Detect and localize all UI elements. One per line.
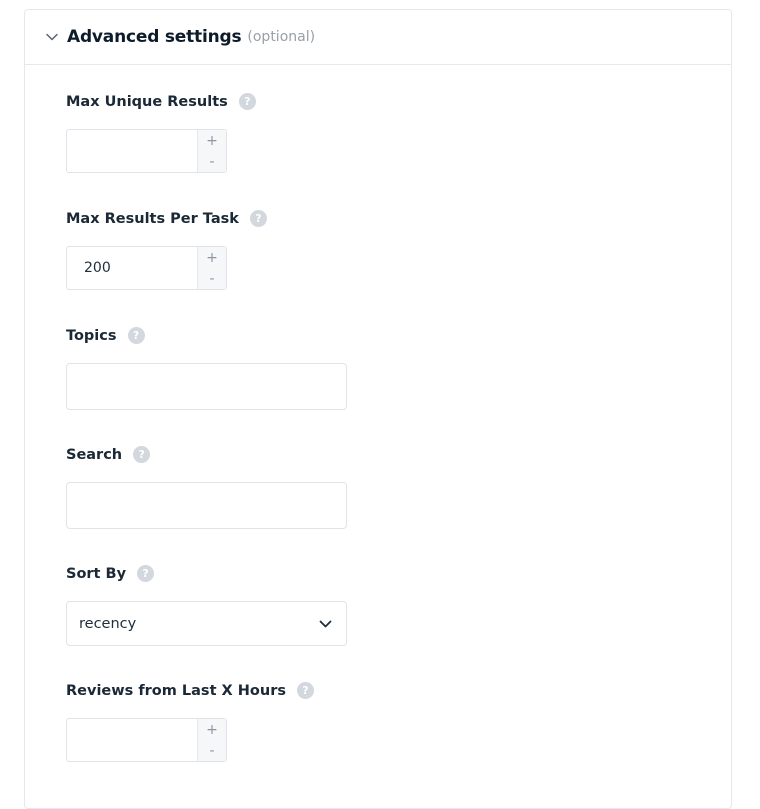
help-icon[interactable]: ?	[249, 210, 267, 227]
search-label: Search ?	[66, 446, 151, 463]
reviews-last-x-hours-value[interactable]	[67, 719, 197, 761]
chevron-down-icon	[319, 616, 332, 632]
reviews-last-x-hours-input[interactable]: + -	[66, 718, 227, 762]
settings-form: Max Unique Results ? + - Max Results Per…	[25, 65, 731, 805]
advanced-settings-panel: Advanced settings (optional) Max Unique …	[24, 9, 732, 809]
max-unique-results-value[interactable]	[67, 130, 197, 172]
max-results-per-task-label: Max Results Per Task ?	[66, 210, 267, 227]
max-results-per-task-input[interactable]: 200 + -	[66, 246, 227, 290]
advanced-settings-header[interactable]: Advanced settings (optional)	[25, 10, 731, 65]
decrement-button[interactable]: -	[198, 740, 226, 761]
search-label-text: Search	[66, 446, 123, 463]
topics-input[interactable]	[66, 363, 347, 410]
sort-by-label-text: Sort By	[66, 565, 127, 582]
help-icon[interactable]: ?	[127, 327, 145, 344]
help-icon[interactable]: ?	[238, 93, 256, 110]
search-input[interactable]	[66, 482, 347, 529]
decrement-button[interactable]: -	[198, 268, 226, 289]
sort-by-selected-value: recency	[79, 615, 137, 632]
chevron-down-icon[interactable]	[45, 30, 59, 44]
increment-button[interactable]: +	[198, 719, 226, 740]
increment-button[interactable]: +	[198, 130, 226, 151]
reviews-last-x-hours-label-text: Reviews from Last X Hours	[66, 682, 286, 699]
decrement-button[interactable]: -	[198, 151, 226, 172]
increment-button[interactable]: +	[198, 247, 226, 268]
sort-by-label: Sort By ?	[66, 565, 155, 582]
reviews-last-x-hours-stepper: + -	[197, 719, 226, 761]
help-icon[interactable]: ?	[133, 446, 151, 463]
optional-label: (optional)	[247, 29, 316, 45]
help-icon[interactable]: ?	[296, 682, 314, 699]
max-unique-results-label-text: Max Unique Results	[66, 93, 228, 110]
help-icon[interactable]: ?	[137, 565, 155, 582]
max-results-per-task-label-text: Max Results Per Task	[66, 210, 239, 227]
topics-label-text: Topics	[66, 327, 117, 344]
max-results-per-task-value[interactable]: 200	[67, 247, 197, 289]
max-results-per-task-stepper: + -	[197, 247, 226, 289]
max-unique-results-input[interactable]: + -	[66, 129, 227, 173]
reviews-last-x-hours-label: Reviews from Last X Hours ?	[66, 682, 314, 699]
max-unique-results-label: Max Unique Results ?	[66, 93, 256, 110]
topics-label: Topics ?	[66, 327, 145, 344]
max-unique-results-stepper: + -	[197, 130, 226, 172]
sort-by-select[interactable]: recency	[66, 601, 347, 646]
section-title: Advanced settings	[67, 27, 242, 47]
